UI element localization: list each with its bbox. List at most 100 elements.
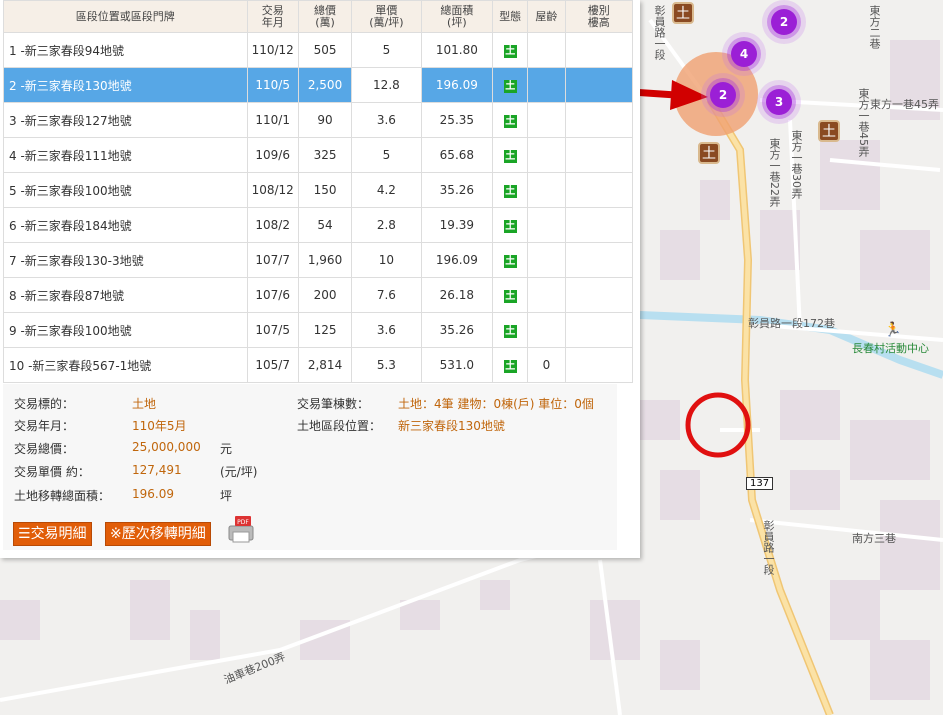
age-cell <box>527 312 566 348</box>
location-cell: 6 -新三家春段184地號 <box>3 207 248 243</box>
area-cell: 35.26 <box>420 172 494 208</box>
date-cell: 110/5 <box>246 67 299 103</box>
table-row[interactable]: 8 -新三家春段87地號 107/6 200 7.6 26.18 土 <box>3 277 634 313</box>
cluster-marker[interactable]: 4 <box>731 41 757 67</box>
floor-cell <box>564 102 634 138</box>
col-header: 樓別 樓高 <box>564 0 634 33</box>
poi-icon: 🏃 <box>884 322 902 338</box>
location-cell: 2 -新三家春段130地號 <box>3 67 248 103</box>
table-row[interactable]: 4 -新三家春段111地號 109/6 325 5 65.68 土 <box>3 137 634 173</box>
unit-price-cell: 7.6 <box>351 277 422 313</box>
detail-label: 交易標的： <box>14 397 75 411</box>
road-label: 東方二巷 <box>868 5 881 49</box>
area-cell: 65.68 <box>420 137 494 173</box>
date-cell: 108/12 <box>246 172 299 208</box>
table-row[interactable]: 1 -新三家春段94地號 110/12 505 5 101.80 土 <box>3 32 634 68</box>
land-type-icon: 土 <box>503 114 517 128</box>
land-type-icon: 土 <box>503 359 517 373</box>
area-cell: 196.09 <box>420 67 494 103</box>
date-cell: 110/12 <box>246 32 299 68</box>
poi-label: 長春村活動中心 <box>852 342 929 355</box>
unit-price-cell: 4.2 <box>351 172 422 208</box>
cluster-marker[interactable]: 3 <box>766 89 792 115</box>
total-price-cell: 54 <box>297 207 353 243</box>
detail-value: 25,000,000 <box>132 440 201 454</box>
location-cell: 7 -新三家春段130-3地號 <box>3 242 248 278</box>
road-label: 東方一巷45弄 <box>870 98 939 111</box>
floor-cell <box>564 207 634 243</box>
unit-price-cell: 5 <box>351 137 422 173</box>
land-type-icon: 土 <box>503 289 517 303</box>
road-label: 彰員路一段 <box>653 5 666 60</box>
floor-cell <box>564 32 634 68</box>
detail-value: 土地 <box>132 397 157 411</box>
date-cell: 107/7 <box>246 242 299 278</box>
land-marker-icon[interactable]: 土 <box>672 2 694 24</box>
location-cell: 8 -新三家春段87地號 <box>3 277 248 313</box>
transfer-history-button[interactable]: ※歷次移轉明細 <box>105 522 211 546</box>
col-header: 屋齡 <box>527 0 566 33</box>
floor-cell <box>564 277 634 313</box>
area-cell: 26.18 <box>420 277 494 313</box>
table-row[interactable]: 9 -新三家春段100地號 107/5 125 3.6 35.26 土 <box>3 312 634 348</box>
age-cell <box>527 67 566 103</box>
age-cell: 0 <box>527 347 566 383</box>
total-price-cell: 150 <box>297 172 353 208</box>
col-header: 區段位置或區段門牌 <box>3 0 248 33</box>
detail-value: 196.09 <box>132 487 174 501</box>
table-row[interactable]: 2 -新三家春段130地號 110/5 2,500 12.8 196.09 土 <box>3 67 634 103</box>
table-row[interactable]: 6 -新三家春段184地號 108/2 54 2.8 19.39 土 <box>3 207 634 243</box>
pdf-print-icon[interactable]: PDF <box>225 514 257 546</box>
table-row[interactable]: 5 -新三家春段100地號 108/12 150 4.2 35.26 土 <box>3 172 634 208</box>
area-cell: 25.35 <box>420 102 494 138</box>
cluster-marker-selected[interactable]: 2 <box>710 82 736 108</box>
total-price-cell: 325 <box>297 137 353 173</box>
table-header-row: 區段位置或區段門牌 交易 年月 總價 (萬) 單價 (萬/坪) 總面積 (坪) … <box>3 0 634 33</box>
area-cell: 35.26 <box>420 312 494 348</box>
unit-price-cell: 10 <box>351 242 422 278</box>
detail-label: 交易單價 約： <box>14 465 90 479</box>
detail-label: 土地區段位置： <box>297 419 382 433</box>
age-cell <box>527 102 566 138</box>
total-price-cell: 125 <box>297 312 353 348</box>
type-cell: 土 <box>492 312 529 348</box>
type-cell: 土 <box>492 137 529 173</box>
type-cell: 土 <box>492 32 529 68</box>
location-cell: 3 -新三家春段127地號 <box>3 102 248 138</box>
col-header: 總價 (萬) <box>297 0 353 33</box>
road-shield: 137 <box>746 477 774 490</box>
type-cell: 土 <box>492 207 529 243</box>
road-label: 東方一巷45弄 <box>857 88 870 157</box>
unit-price-cell: 12.8 <box>351 67 422 103</box>
floor-cell <box>564 242 634 278</box>
date-cell: 108/2 <box>246 207 299 243</box>
road-label: 彰員路一段172巷 <box>748 317 835 330</box>
total-price-cell: 505 <box>297 32 353 68</box>
total-price-cell: 2,500 <box>297 67 353 103</box>
land-marker-icon[interactable]: 土 <box>818 120 840 142</box>
table-row[interactable]: 3 -新三家春段127地號 110/1 90 3.6 25.35 土 <box>3 102 634 138</box>
total-price-cell: 200 <box>297 277 353 313</box>
age-cell <box>527 172 566 208</box>
cluster-marker[interactable]: 2 <box>771 9 797 35</box>
table-row[interactable]: 10 -新三家春段567-1地號 105/7 2,814 5.3 531.0 土 0 <box>3 347 634 383</box>
table-row[interactable]: 7 -新三家春段130-3地號 107/7 1,960 10 196.09 土 <box>3 242 634 278</box>
detail-unit: 坪 <box>220 489 233 503</box>
transaction-detail-button[interactable]: ☰交易明細 <box>13 522 92 546</box>
land-marker-icon[interactable]: 土 <box>698 142 720 164</box>
floor-cell <box>564 67 634 103</box>
area-cell: 19.39 <box>420 207 494 243</box>
detail-unit: 元 <box>220 442 233 456</box>
land-type-icon: 土 <box>503 254 517 268</box>
button-label: 交易明細 <box>30 526 87 542</box>
type-cell: 土 <box>492 102 529 138</box>
type-cell: 土 <box>492 277 529 313</box>
unit-price-cell: 3.6 <box>351 102 422 138</box>
detail-label: 土地移轉總面積： <box>14 489 111 503</box>
type-cell: 土 <box>492 172 529 208</box>
detail-label: 交易年月： <box>14 419 75 433</box>
unit-price-cell: 2.8 <box>351 207 422 243</box>
type-cell: 土 <box>492 347 529 383</box>
total-price-cell: 2,814 <box>297 347 353 383</box>
date-cell: 105/7 <box>246 347 299 383</box>
